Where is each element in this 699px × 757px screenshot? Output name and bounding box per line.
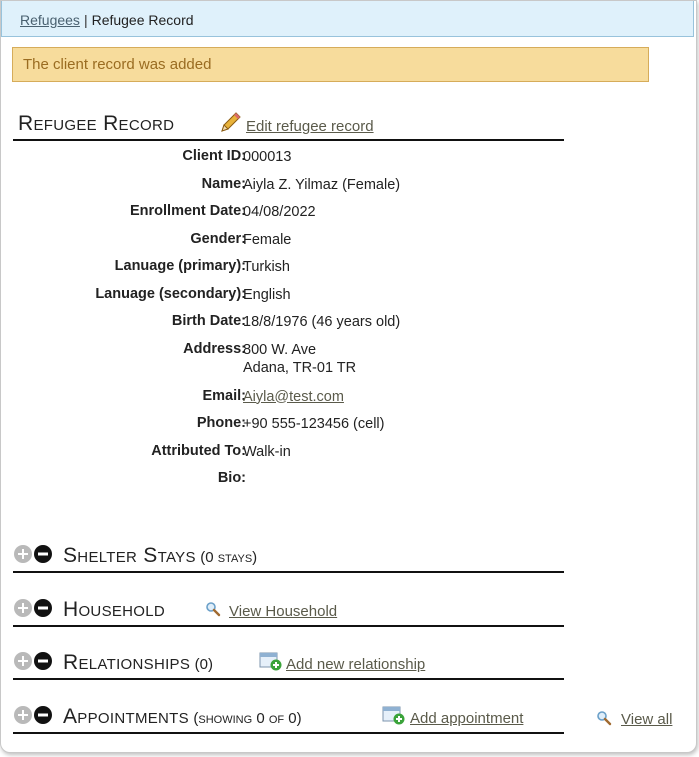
field-label: Name: bbox=[201, 175, 246, 192]
field-label: Birth Date: bbox=[171, 313, 246, 329]
section-title: Relationships bbox=[63, 651, 191, 674]
section-count: (showing 0 of 0) bbox=[193, 710, 302, 727]
field-row-enrollment-date: Enrollment Date: 04/08/2022 bbox=[13, 203, 573, 231]
section-title: Household bbox=[63, 598, 166, 621]
field-value: 000013 bbox=[243, 149, 292, 165]
field-row-phone: Phone: +90 555-123456 (cell) bbox=[13, 415, 573, 443]
add-relationship-link[interactable]: Add new relationship bbox=[286, 656, 425, 673]
add-appointment-link[interactable]: Add appointment bbox=[410, 710, 523, 727]
field-label: Phone: bbox=[196, 415, 246, 431]
section-title: Appointments bbox=[63, 705, 189, 728]
address-line-2: Adana, TR-01 TR bbox=[243, 359, 357, 376]
view-household-link[interactable]: View Household bbox=[229, 603, 337, 620]
field-value: Female bbox=[243, 231, 292, 248]
section-title: Shelter Stays bbox=[63, 544, 196, 567]
breadcrumb-current: Refugee Record bbox=[91, 12, 194, 28]
email-link[interactable]: Aiyla@test.com bbox=[243, 389, 344, 405]
calendar-add-icon bbox=[382, 706, 405, 725]
field-value: Turkish bbox=[243, 259, 290, 275]
plus-minus-toggle-icon[interactable] bbox=[13, 705, 59, 725]
field-label: Client ID: bbox=[182, 148, 246, 164]
breadcrumb-refugees-link[interactable]: Refugees bbox=[20, 12, 80, 28]
field-row-attributed-to: Attributed To: Walk-in bbox=[13, 443, 573, 471]
appointments-section: Appointments (showing 0 of 0) Add appoin… bbox=[13, 702, 564, 734]
plus-minus-toggle-icon[interactable] bbox=[13, 651, 59, 671]
field-row-bio: Bio: bbox=[13, 470, 573, 498]
pencil-icon bbox=[221, 112, 241, 132]
breadcrumb-separator: | bbox=[83, 12, 88, 28]
field-value: Walk-in bbox=[243, 443, 291, 460]
relationships-section: Relationships (0) Add new relationship bbox=[13, 648, 564, 680]
magnifier-icon bbox=[206, 602, 221, 617]
view-all-appointments-link[interactable]: View all bbox=[621, 711, 672, 728]
record-fields: Client ID: 000013 Name: Aiyla Z. Yilmaz … bbox=[13, 148, 573, 498]
field-label: Lanuage (primary): bbox=[114, 258, 246, 274]
field-label: Address: bbox=[183, 340, 246, 357]
field-row-gender: Gender: Female bbox=[13, 231, 573, 259]
field-value: 18/8/1976 (46 years old) bbox=[243, 314, 401, 330]
field-label: Enrollment Date: bbox=[129, 203, 246, 219]
field-value: 04/08/2022 bbox=[243, 204, 316, 220]
record-title: Refugee Record bbox=[18, 112, 175, 135]
magnifier-icon bbox=[597, 711, 612, 726]
field-label: Email: bbox=[202, 387, 246, 404]
record-header: Refugee Record Edit refugee record bbox=[13, 111, 564, 141]
field-value: English bbox=[243, 286, 291, 303]
field-row-name: Name: Aiyla Z. Yilmaz (Female) bbox=[13, 176, 573, 204]
edit-record-link[interactable]: Edit refugee record bbox=[246, 118, 374, 135]
field-row-client-id: Client ID: 000013 bbox=[13, 148, 573, 176]
field-row-birth-date: Birth Date: 18/8/1976 (46 years old) bbox=[13, 313, 573, 341]
shelter-stays-section: Shelter Stays (0 stays) bbox=[13, 541, 564, 573]
field-value: +90 555-123456 (cell) bbox=[243, 416, 385, 432]
field-value: 800 W. Ave Adana, TR-01 TR bbox=[243, 341, 356, 377]
calendar-add-icon bbox=[259, 652, 282, 671]
page-frame: Refugees | Refugee Record The client recor… bbox=[0, 0, 697, 753]
section-count: (0) bbox=[194, 656, 213, 673]
plus-minus-toggle-icon[interactable] bbox=[13, 598, 59, 618]
field-value: Aiyla Z. Yilmaz (Female) bbox=[243, 176, 401, 193]
field-label: Bio: bbox=[217, 470, 246, 486]
field-value: Aiyla@test.com bbox=[243, 388, 344, 406]
address-line-1: 800 W. Ave bbox=[243, 341, 317, 358]
field-row-language-primary: Lanuage (primary): Turkish bbox=[13, 258, 573, 286]
field-label: Gender: bbox=[190, 230, 246, 247]
section-count: (0 stays) bbox=[200, 549, 258, 566]
field-label: Attributed To: bbox=[151, 442, 246, 459]
breadcrumb: Refugees | Refugee Record bbox=[1, 1, 694, 37]
plus-minus-toggle-icon[interactable] bbox=[13, 544, 59, 564]
field-row-language-secondary: Lanuage (secondary): English bbox=[13, 286, 573, 314]
field-label: Lanuage (secondary): bbox=[95, 285, 246, 302]
field-row-address: Address: 800 W. Ave Adana, TR-01 TR bbox=[13, 341, 573, 388]
household-section: Household View Household bbox=[13, 595, 564, 627]
success-notice: The client record was added bbox=[12, 47, 649, 82]
field-row-email: Email: Aiyla@test.com bbox=[13, 388, 573, 416]
